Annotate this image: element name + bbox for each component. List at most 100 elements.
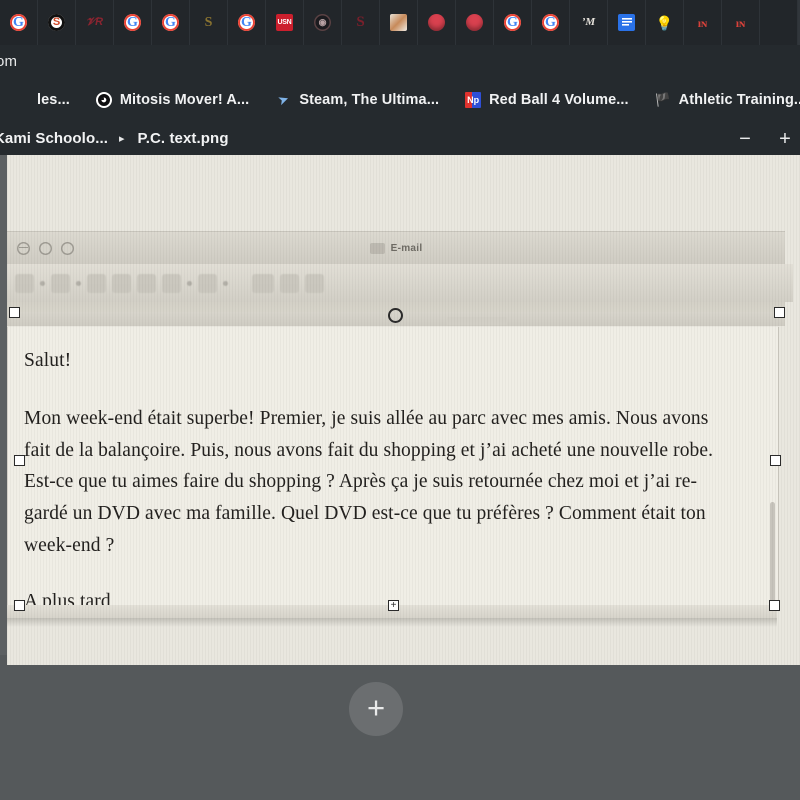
mock-window-toolbar — [7, 264, 793, 302]
bookmarks-bar: les... Mitosis Mover! A... Steam, The Ul… — [0, 78, 800, 122]
handle-top-center[interactable] — [388, 308, 403, 323]
document-greeting: Salut! — [24, 350, 72, 371]
document-body-line: week-end ? — [24, 534, 115, 556]
tab-keep[interactable] — [646, 0, 684, 45]
toolbar-icon-download[interactable] — [51, 273, 70, 293]
google-icon — [504, 14, 521, 31]
in-icon — [732, 14, 749, 31]
chevron-right-icon: ▸ — [119, 133, 125, 145]
bookmark-item[interactable]: Steam, The Ultima... — [262, 78, 452, 122]
document-body-line: gardé un DVD avec ma famille. Quel DVD e… — [24, 503, 706, 525]
document-page: Salut! Mon week-end était superbe! Premi… — [7, 327, 779, 618]
plus-icon: + — [366, 690, 386, 725]
mock-window-title: E-mail — [390, 242, 423, 254]
athletic-icon — [655, 92, 671, 108]
np-icon — [465, 92, 482, 108]
toolbar-dropdown-dot[interactable] — [40, 280, 45, 286]
tab-google-1[interactable] — [114, 0, 152, 45]
toolbar-icon-upload[interactable] — [87, 273, 106, 293]
add-page-button[interactable]: + — [349, 682, 403, 736]
in-icon — [694, 14, 711, 31]
tab-google-5[interactable] — [532, 0, 570, 45]
zoom-out-button[interactable]: − — [736, 129, 754, 149]
document-body-line: Est-ce que tu aimes faire du shopping ? … — [24, 471, 698, 493]
vr-icon — [86, 14, 103, 31]
bookmark-label: Red Ball 4 Volume... — [489, 92, 629, 108]
bookmark-label: Steam, The Ultima... — [299, 92, 440, 108]
tab-in-2[interactable] — [722, 0, 760, 45]
tab-swirl[interactable] — [38, 0, 76, 45]
bookmark-item[interactable]: les... — [0, 78, 83, 122]
tab-photo[interactable] — [380, 0, 418, 45]
handle-middle-right[interactable] — [770, 455, 781, 466]
google-icon — [238, 14, 255, 31]
tab-redball-2[interactable] — [456, 0, 494, 45]
document-body-line: Mon week-end était superbe! Premier, je … — [24, 407, 709, 429]
tab-target[interactable] — [304, 0, 342, 45]
lightbulb-icon — [656, 14, 673, 31]
google-docs-icon — [618, 14, 635, 31]
toolbar-dropdown-dot[interactable] — [223, 280, 228, 286]
tab-google-4[interactable] — [494, 0, 532, 45]
toolbar-icon-flag[interactable] — [198, 273, 217, 293]
tab-google-2[interactable] — [152, 0, 190, 45]
google-icon — [542, 14, 559, 31]
handle-top-left[interactable] — [9, 307, 20, 318]
red-ball-icon — [466, 14, 483, 31]
mock-window-titlebar: E-mail — [7, 232, 785, 264]
tab-google-3[interactable] — [228, 0, 266, 45]
toolbar-icon-contacts[interactable] — [305, 273, 324, 293]
tab-redball-1[interactable] — [418, 0, 456, 45]
tab-docs-1[interactable] — [608, 0, 646, 45]
target-icon — [314, 14, 331, 31]
toolbar-icon-inbox[interactable] — [112, 273, 131, 293]
red-ball-icon — [428, 14, 445, 31]
swirl-icon — [48, 14, 65, 31]
tab-s-gold[interactable] — [190, 0, 228, 45]
bookmark-item[interactable]: Red Ball 4 Volume... — [452, 78, 642, 122]
tab-strip — [0, 0, 800, 45]
address-bar-text: om — [0, 53, 18, 70]
google-icon — [10, 14, 27, 31]
steam-icon — [275, 92, 291, 108]
toolbar-icon-attach[interactable] — [280, 273, 299, 293]
breadcrumb-folder[interactable]: Kami Schoolo... — [0, 130, 108, 147]
bookmark-item[interactable]: Athletic Training... — [642, 78, 800, 122]
toolbar-dropdown-dot[interactable] — [187, 280, 192, 286]
handle-top-right[interactable] — [774, 307, 785, 318]
viewer-left-gutter — [0, 155, 7, 655]
mock-window-title-wrap: E-mail — [7, 232, 785, 264]
bookmark-label: les... — [37, 92, 70, 108]
toolbar-icon-tools[interactable] — [162, 273, 181, 293]
tab-s-red[interactable] — [342, 0, 380, 45]
toolbar-icon-mailbox[interactable] — [137, 273, 156, 293]
tab-in-1[interactable] — [684, 0, 722, 45]
usn-icon — [276, 14, 293, 31]
document-shadow — [7, 618, 777, 627]
bookmark-item[interactable]: Mitosis Mover! A... — [83, 78, 262, 122]
handle-bottom-center[interactable]: + — [388, 600, 399, 611]
toolbar-icon-cut[interactable] — [15, 273, 34, 293]
google-icon — [124, 14, 141, 31]
tab-blank[interactable] — [760, 0, 798, 45]
scanned-screenshot-image[interactable]: E-mail Salut! Mon week-end était superbe… — [7, 155, 800, 665]
bookmark-label: Mitosis Mover! A... — [119, 92, 250, 108]
address-bar[interactable]: om — [0, 45, 800, 78]
tab-google-partial[interactable] — [0, 0, 38, 45]
document-text-body: Salut! Mon week-end était superbe! Premi… — [8, 327, 778, 617]
handle-bottom-right[interactable] — [769, 600, 780, 611]
tab-vr[interactable] — [76, 0, 114, 45]
toolbar-icon-print[interactable] — [252, 273, 274, 293]
tab-medium[interactable] — [570, 0, 608, 45]
google-icon — [162, 14, 179, 31]
toolbar-dropdown-dot[interactable] — [76, 280, 81, 286]
viewer-background — [0, 665, 800, 800]
bookmark-label: Athletic Training... — [678, 92, 800, 108]
breadcrumb-file[interactable]: P.C. text.png — [138, 130, 229, 147]
zoom-in-button[interactable]: + — [776, 129, 794, 149]
tab-usn[interactable] — [266, 0, 304, 45]
zoom-controls: − + — [736, 122, 800, 155]
handle-bottom-left[interactable] — [14, 600, 25, 611]
s-red-icon — [352, 14, 369, 31]
handle-middle-left[interactable] — [14, 455, 25, 466]
